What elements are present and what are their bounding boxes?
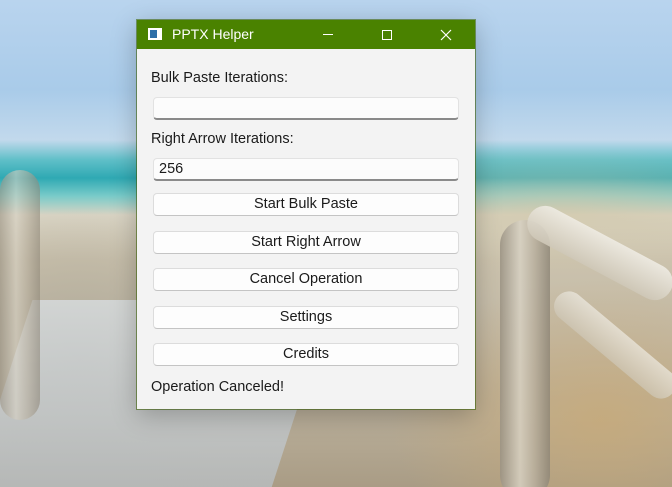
app-window: PPTX Helper Bulk Paste Iterations: Right… <box>137 20 475 409</box>
bulk-paste-iterations-label: Bulk Paste Iterations: <box>151 70 289 86</box>
app-window-icon <box>148 28 162 40</box>
maximize-button[interactable] <box>364 20 410 49</box>
bulk-paste-iterations-input[interactable] <box>153 97 459 120</box>
settings-button[interactable]: Settings <box>153 306 459 329</box>
right-arrow-iterations-label: Right Arrow Iterations: <box>151 131 294 147</box>
title-bar[interactable]: PPTX Helper <box>137 20 475 49</box>
close-button[interactable] <box>423 20 469 49</box>
close-icon <box>440 29 452 40</box>
status-message: Operation Canceled! <box>151 379 284 395</box>
window-title: PPTX Helper <box>172 26 254 42</box>
credits-button[interactable]: Credits <box>153 343 459 366</box>
cancel-operation-button[interactable]: Cancel Operation <box>153 268 459 291</box>
wallpaper-rope <box>547 285 672 405</box>
minimize-icon <box>323 34 333 35</box>
start-bulk-paste-button[interactable]: Start Bulk Paste <box>153 193 459 216</box>
maximize-icon <box>382 29 392 40</box>
minimize-button[interactable] <box>305 20 351 49</box>
wallpaper-post <box>0 170 40 420</box>
right-arrow-iterations-input[interactable] <box>153 158 459 181</box>
wallpaper-post <box>500 220 550 487</box>
start-right-arrow-button[interactable]: Start Right Arrow <box>153 231 459 254</box>
